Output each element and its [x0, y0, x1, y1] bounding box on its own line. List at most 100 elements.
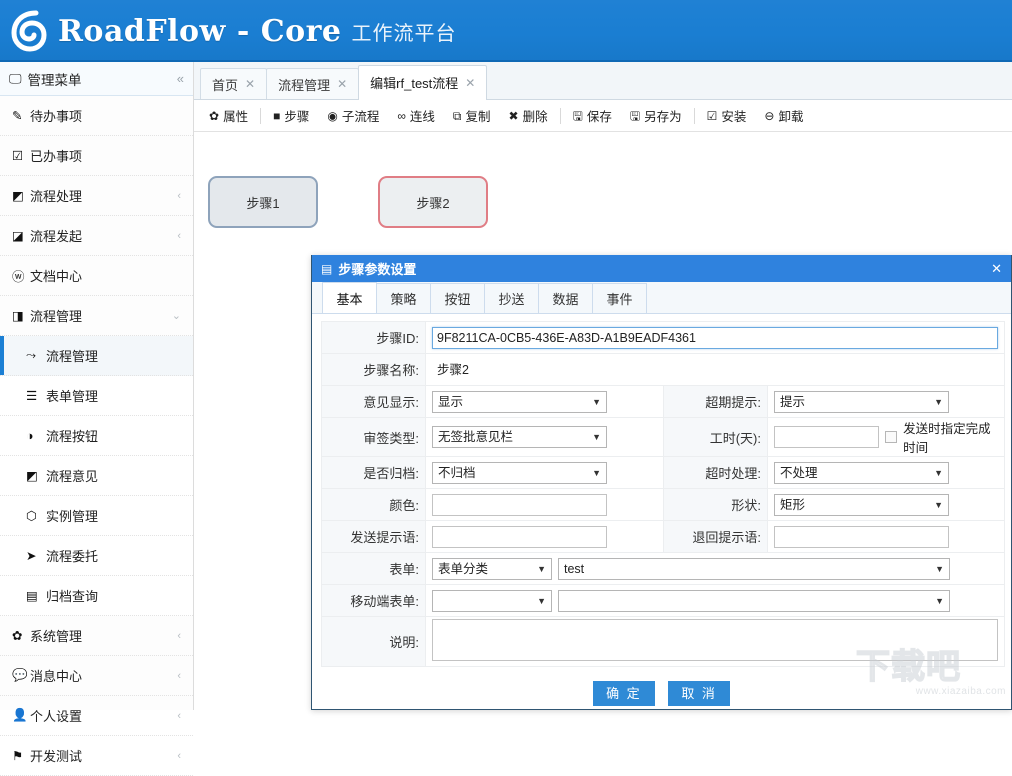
- form-category-select[interactable]: 表单分类 ▼: [432, 558, 552, 580]
- toolbar-icon: ⊖: [764, 110, 774, 122]
- toolbar-button-2[interactable]: ◉子流程: [318, 102, 388, 130]
- form-row-tips: 发送提示语: 退回提示语:: [322, 521, 1005, 553]
- dialog-tab-label: 事件: [606, 289, 632, 308]
- sidebar-item-7[interactable]: ☰表单管理: [0, 376, 193, 416]
- flow-node-step2[interactable]: 步骤2: [378, 176, 488, 228]
- overdue-tip-select[interactable]: 提示 ▼: [774, 391, 949, 413]
- sign-type-select[interactable]: 无签批意见栏 ▼: [432, 426, 607, 448]
- sidebar-item-label: 流程管理: [46, 346, 181, 365]
- menu-item-icon: ◨: [12, 308, 30, 323]
- sidebar-item-9[interactable]: ◩流程意见: [0, 456, 193, 496]
- close-icon[interactable]: ✕: [991, 261, 1002, 277]
- close-icon[interactable]: ✕: [245, 77, 255, 91]
- confirm-button[interactable]: 确 定: [593, 681, 655, 706]
- toolbar-button-4[interactable]: ⧉复制: [444, 102, 500, 130]
- shape-select[interactable]: 矩形 ▼: [774, 494, 949, 516]
- dialog-tab-1[interactable]: 策略: [376, 283, 431, 313]
- chevron-down-icon: ▼: [537, 591, 546, 611]
- dialog-tab-5[interactable]: 事件: [592, 283, 647, 313]
- close-icon[interactable]: ✕: [337, 77, 347, 91]
- sidebar-item-label: 流程处理: [30, 186, 177, 205]
- timeout-select[interactable]: 不处理 ▼: [774, 462, 949, 484]
- cancel-button[interactable]: 取 消: [668, 681, 730, 706]
- overdue-tip-label: 超期提示:: [664, 386, 768, 418]
- opinion-show-select[interactable]: 显示 ▼: [432, 391, 607, 413]
- toolbar-button-9[interactable]: ⊖卸载: [755, 102, 812, 130]
- sidebar-item-label: 流程意见: [46, 466, 181, 485]
- sidebar-item-8[interactable]: ◑流程按钮: [0, 416, 193, 456]
- sidebar-item-0[interactable]: ✎待办事项: [0, 96, 193, 136]
- toolbar-button-7[interactable]: 🖫另存为: [621, 102, 691, 130]
- sidebar-item-11[interactable]: ➤流程委托: [0, 536, 193, 576]
- back-tip-input[interactable]: [774, 526, 949, 548]
- sidebar-item-label: 个人设置: [30, 706, 177, 725]
- dialog-tab-2[interactable]: 按钮: [430, 283, 485, 313]
- collapse-sidebar-icon[interactable]: «: [177, 71, 184, 86]
- toolbar-button-label: 步骤: [284, 106, 309, 125]
- chevron-down-icon: ▼: [537, 559, 546, 579]
- sidebar-item-3[interactable]: ◪流程发起‹: [0, 216, 193, 256]
- chevron-down-icon: ▼: [934, 463, 943, 483]
- color-input[interactable]: [432, 494, 607, 516]
- brand-title: RoadFlow - Core: [58, 14, 342, 49]
- toolbar-separator: [694, 108, 695, 124]
- toolbar-button-6[interactable]: 🖫保存: [564, 102, 621, 130]
- send-tip-input[interactable]: [432, 526, 607, 548]
- chevron-down-icon: ▼: [935, 559, 944, 579]
- sidebar-header: 🖵 管理菜单 «: [0, 62, 193, 96]
- sidebar-item-6[interactable]: ⤳流程管理: [0, 336, 193, 376]
- send-tip-label: 发送提示语:: [322, 521, 426, 553]
- menu-item-icon: ☰: [26, 388, 46, 403]
- desc-textarea[interactable]: [432, 619, 998, 661]
- sidebar-item-1[interactable]: ☑已办事项: [0, 136, 193, 176]
- sidebar-item-13[interactable]: ✿系统管理‹: [0, 616, 193, 656]
- dialog-title-bar: ▤ 步骤参数设置 ✕: [312, 255, 1011, 282]
- step-name-input[interactable]: 步骤2: [432, 359, 998, 381]
- dialog-body: 步骤ID: 9F8211CA-0CB5-436E-A83D-A1B9EADF43…: [312, 314, 1011, 706]
- sidebar-item-4[interactable]: ⓦ文档中心: [0, 256, 193, 296]
- chevron-down-icon: ▼: [934, 495, 943, 515]
- close-icon[interactable]: ✕: [465, 76, 475, 90]
- toolbar-button-3[interactable]: ∞连线: [388, 102, 444, 130]
- toolbar-button-8[interactable]: ☑安装: [698, 102, 756, 130]
- flow-node-step1[interactable]: 步骤1: [208, 176, 318, 228]
- sidebar-item-2[interactable]: ◩流程处理‹: [0, 176, 193, 216]
- sidebar-item-label: 归档查询: [46, 586, 181, 605]
- menu-item-icon: ✎: [12, 108, 30, 123]
- dialog-tab-0[interactable]: 基本: [322, 282, 377, 313]
- specify-finish-time-checkbox[interactable]: 发送时指定完成时间: [885, 418, 998, 456]
- tab-1[interactable]: 流程管理✕: [266, 68, 359, 99]
- mobile-form-category-select[interactable]: ▼: [432, 590, 552, 612]
- sidebar-item-5[interactable]: ◨流程管理⌄: [0, 296, 193, 336]
- menu-item-icon: ⬡: [26, 508, 46, 523]
- mobile-form-name-select[interactable]: ▼: [558, 590, 950, 612]
- sidebar-item-12[interactable]: ▤归档查询: [0, 576, 193, 616]
- step-id-input[interactable]: 9F8211CA-0CB5-436E-A83D-A1B9EADF4361: [432, 327, 998, 349]
- form-row-step-name: 步骤名称: 步骤2: [322, 354, 1005, 386]
- toolbar-button-1[interactable]: ■步骤: [264, 102, 318, 130]
- menu-expand-icon: ‹: [177, 750, 181, 762]
- opinion-show-value: 显示: [438, 395, 463, 409]
- toolbar-icon: 🖫: [573, 110, 583, 122]
- toolbar-button-0[interactable]: ✿属性: [200, 102, 257, 130]
- worktime-input[interactable]: [774, 426, 879, 448]
- chevron-down-icon: ▼: [592, 392, 601, 412]
- tab-0[interactable]: 首页✕: [200, 68, 267, 99]
- archive-select[interactable]: 不归档 ▼: [432, 462, 607, 484]
- sidebar-item-14[interactable]: 💬消息中心‹: [0, 656, 193, 696]
- form-name-select[interactable]: test ▼: [558, 558, 950, 580]
- back-tip-label: 退回提示语:: [664, 521, 768, 553]
- dialog-tabs: 基本策略按钮抄送数据事件: [312, 282, 1011, 314]
- dialog-tab-3[interactable]: 抄送: [484, 283, 539, 313]
- editor-toolbar: ✿属性■步骤◉子流程∞连线⧉复制✖删除🖫保存🖫另存为☑安装⊖卸载: [194, 100, 1012, 132]
- sidebar-item-15[interactable]: 👤个人设置‹: [0, 696, 193, 736]
- menu-item-icon: ▤: [26, 588, 46, 603]
- step-name-label: 步骤名称:: [322, 354, 426, 386]
- dialog-tab-4[interactable]: 数据: [538, 283, 593, 313]
- sidebar-item-16[interactable]: ⚑开发测试‹: [0, 736, 193, 776]
- tab-2[interactable]: 编辑rf_test流程✕: [358, 65, 487, 99]
- chevron-down-icon: ▼: [592, 463, 601, 483]
- flow-node-label: 步骤1: [246, 193, 279, 212]
- toolbar-button-5[interactable]: ✖删除: [500, 102, 557, 130]
- sidebar-item-10[interactable]: ⬡实例管理: [0, 496, 193, 536]
